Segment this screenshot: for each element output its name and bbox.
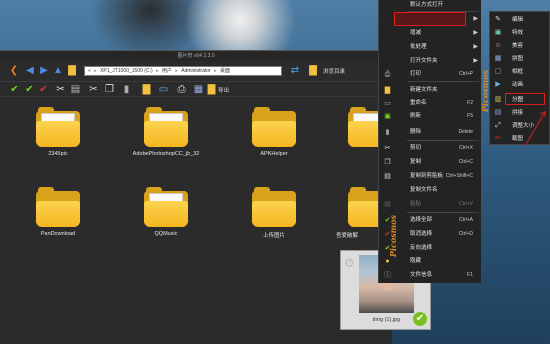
annotation-arrow <box>524 111 546 147</box>
